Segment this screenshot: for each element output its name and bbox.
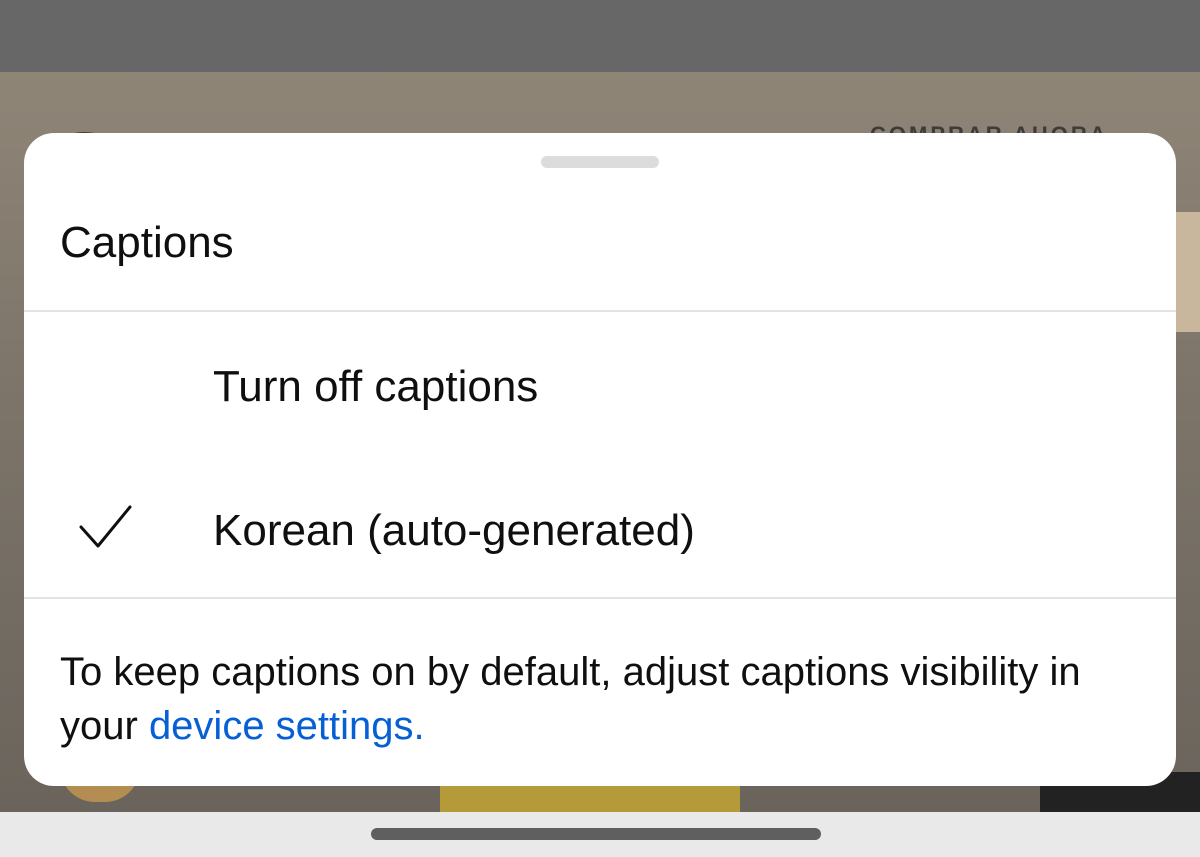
device-settings-link[interactable]: device settings. (149, 704, 425, 748)
option-korean-auto-generated[interactable]: Korean (auto-generated) (24, 455, 1176, 595)
screen: SHEIN COMPRAR AHORA Captions Turn off ca… (0, 0, 1200, 857)
option-label: Turn off captions (213, 362, 539, 411)
footer-note: To keep captions on by default, adjust c… (60, 645, 1120, 753)
drag-handle[interactable] (541, 156, 659, 168)
option-turn-off-captions[interactable]: Turn off captions (24, 313, 1176, 453)
divider (24, 310, 1176, 312)
status-bar-scrim (0, 0, 1200, 72)
check-icon (79, 505, 132, 548)
navigation-bar (0, 812, 1200, 857)
home-gesture-handle[interactable] (371, 828, 821, 840)
option-label: Korean (auto-generated) (213, 506, 695, 555)
sheet-title: Captions (60, 218, 234, 267)
divider (24, 597, 1176, 599)
captions-bottom-sheet: Captions Turn off captions Korean (auto-… (24, 133, 1176, 786)
